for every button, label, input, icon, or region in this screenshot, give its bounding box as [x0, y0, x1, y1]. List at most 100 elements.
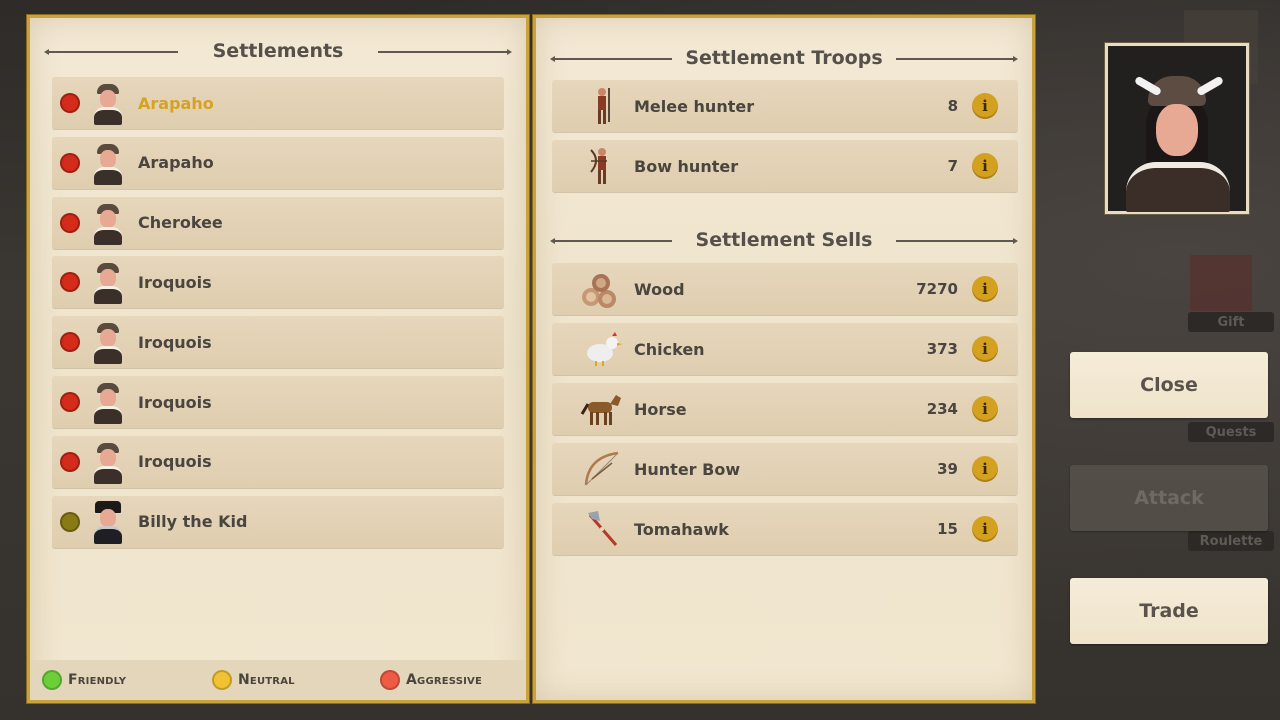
- item-count: 234: [926, 400, 958, 418]
- settlements-header: Settlements: [30, 36, 526, 66]
- header-divider-right: [378, 49, 512, 55]
- melee-hunter-icon: [578, 83, 626, 129]
- header-divider-left: [550, 238, 672, 244]
- background-gift-label: Gift: [1188, 312, 1274, 332]
- legend-friendly: Friendly: [42, 670, 126, 690]
- info-button[interactable]: i: [972, 336, 998, 362]
- legend-aggressive-label: Aggressive: [406, 672, 483, 688]
- settlement-row[interactable]: Billy the Kid: [52, 495, 504, 548]
- settlement-name: Arapaho: [138, 93, 214, 113]
- status-dot-icon: [60, 152, 80, 173]
- sell-item-row: Hunter Bow 39 i: [552, 443, 1018, 495]
- settlement-name: Arapaho: [138, 153, 214, 173]
- selected-leader-portrait: [1105, 43, 1249, 214]
- settlement-name: Cherokee: [138, 213, 223, 233]
- cowboy-portrait-icon: [90, 499, 126, 545]
- item-count: 373: [926, 340, 958, 358]
- settlement-name: Iroquois: [138, 452, 212, 472]
- background-quests-label: Quests: [1188, 422, 1274, 442]
- attack-button[interactable]: Attack: [1070, 465, 1268, 531]
- item-count: 15: [937, 520, 958, 538]
- item-name: Hunter Bow: [634, 459, 741, 479]
- native-chief-portrait-icon: [90, 259, 126, 305]
- status-dot-icon: [60, 212, 80, 233]
- header-divider-right: [896, 238, 1018, 244]
- status-dot-icon: [60, 392, 80, 412]
- friendly-dot-icon: [42, 670, 62, 690]
- native-chief-portrait-icon: [90, 379, 126, 425]
- background-roulette-label: Roulette: [1188, 531, 1274, 551]
- status-legend: Friendly Neutral Aggressive: [30, 660, 526, 700]
- header-divider-right: [896, 56, 1018, 62]
- settlement-name: Billy the Kid: [138, 512, 248, 532]
- legend-neutral-label: Neutral: [238, 672, 295, 688]
- trade-button[interactable]: Trade: [1070, 578, 1268, 644]
- bow-hunter-icon: [578, 143, 626, 189]
- troop-row: Bow hunter 7 i: [552, 140, 1018, 192]
- item-name: Tomahawk: [634, 519, 729, 539]
- item-name: Bow hunter: [634, 156, 739, 176]
- settlement-name: Iroquois: [138, 272, 212, 292]
- native-chief-portrait-icon: [90, 439, 126, 485]
- info-button[interactable]: i: [972, 153, 998, 179]
- settlement-details-panel: Settlement Troops Melee hunter 8 i Bow hunt…: [533, 15, 1035, 703]
- native-chief-portrait-icon: [90, 80, 126, 126]
- settlements-panel: Settlements Arapaho Arapaho Cherokee Iroquo…: [27, 15, 529, 703]
- settlement-row[interactable]: Iroquois: [52, 376, 504, 428]
- sells-title: Settlement Sells: [695, 229, 873, 251]
- settlement-row[interactable]: Arapaho: [52, 77, 504, 129]
- info-button[interactable]: i: [972, 396, 998, 422]
- chicken-icon: [578, 326, 626, 372]
- tomahawk-icon: [578, 506, 626, 552]
- native-chief-portrait-icon: [90, 319, 126, 365]
- feather-icon: [1195, 75, 1225, 97]
- horse-icon: [578, 386, 626, 432]
- item-count: 39: [937, 460, 958, 478]
- aggressive-dot-icon: [380, 670, 400, 690]
- header-divider-left: [550, 56, 672, 62]
- native-chief-portrait-icon: [90, 200, 126, 246]
- portrait-body: [1126, 162, 1230, 212]
- item-name: Horse: [634, 399, 687, 419]
- close-button[interactable]: Close: [1070, 352, 1268, 418]
- item-count: 8: [947, 97, 958, 115]
- status-dot-icon: [60, 272, 80, 293]
- item-name: Wood: [634, 279, 685, 299]
- settlement-row[interactable]: Iroquois: [52, 316, 504, 369]
- info-button[interactable]: i: [972, 93, 998, 119]
- wood-icon: [578, 266, 626, 312]
- troop-row: Melee hunter 8 i: [552, 80, 1018, 132]
- info-button[interactable]: i: [972, 276, 998, 302]
- legend-aggressive: Aggressive: [380, 670, 482, 690]
- item-name: Melee hunter: [634, 96, 755, 116]
- troops-title: Settlement Troops: [685, 47, 883, 69]
- bow-icon: [578, 446, 626, 492]
- sell-item-row: Horse 234 i: [552, 383, 1018, 435]
- item-count: 7270: [916, 280, 958, 298]
- settlement-row[interactable]: Cherokee: [52, 196, 504, 249]
- settlements-title: Settlements: [212, 40, 344, 62]
- sell-item-row: Chicken 373 i: [552, 323, 1018, 375]
- sells-header: Settlement Sells: [536, 225, 1032, 255]
- info-button[interactable]: i: [972, 456, 998, 482]
- status-dot-icon: [60, 511, 80, 532]
- header-divider-left: [44, 49, 178, 55]
- settlement-row[interactable]: Arapaho: [52, 136, 504, 189]
- native-chief-portrait-icon: [90, 140, 126, 186]
- background-gift-box: [1190, 255, 1252, 311]
- item-name: Chicken: [634, 339, 705, 359]
- info-button[interactable]: i: [972, 516, 998, 542]
- settlement-row[interactable]: Iroquois: [52, 435, 504, 488]
- portrait-face: [1156, 104, 1198, 156]
- status-dot-icon: [60, 93, 80, 113]
- settlement-name: Iroquois: [138, 332, 212, 352]
- sell-item-row: Tomahawk 15 i: [552, 503, 1018, 555]
- settlement-row[interactable]: Iroquois: [52, 256, 504, 309]
- legend-friendly-label: Friendly: [68, 672, 127, 688]
- neutral-dot-icon: [212, 670, 232, 690]
- item-count: 7: [947, 157, 958, 175]
- sell-item-row: Wood 7270 i: [552, 263, 1018, 315]
- legend-neutral: Neutral: [212, 670, 295, 690]
- status-dot-icon: [60, 451, 80, 472]
- troops-header: Settlement Troops: [536, 43, 1032, 73]
